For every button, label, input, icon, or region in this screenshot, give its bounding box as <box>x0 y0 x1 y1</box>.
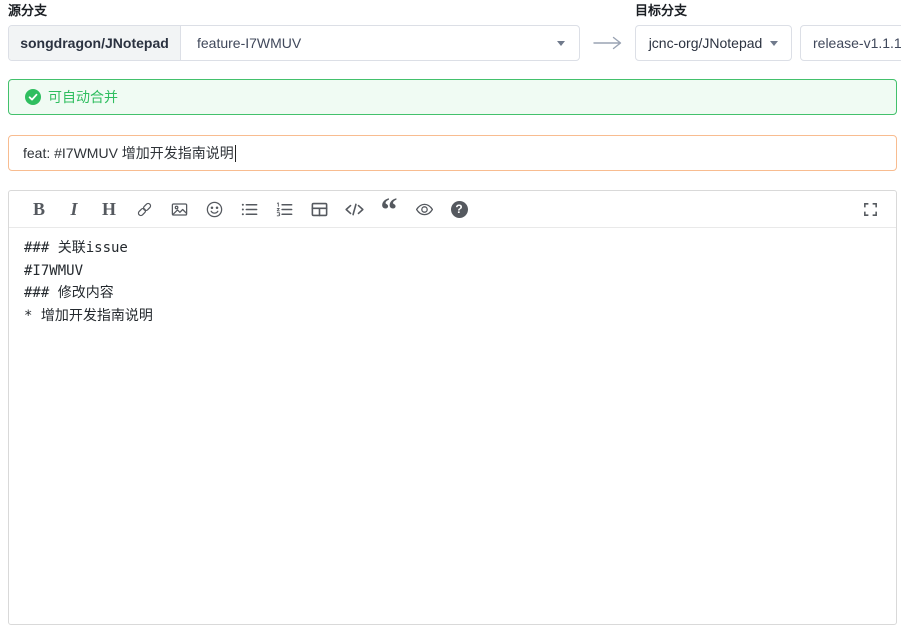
target-branch-group: 目标分支 jcnc-org/JNotepad release-v1.1.11 <box>635 3 897 61</box>
quote-icon: “ <box>381 211 398 223</box>
fullscreen-icon <box>862 201 879 218</box>
editor-line: ### 修改内容 <box>24 282 881 305</box>
branch-selection-row: 源分支 songdragon/JNotepad feature-I7WMUV 目… <box>8 3 897 61</box>
editor-line: #I7WMUV <box>24 260 881 283</box>
code-button[interactable] <box>342 196 366 222</box>
image-icon <box>170 200 189 219</box>
description-textarea[interactable]: ### 关联issue #I7WMUV ### 修改内容 * 增加开发指南说明 <box>9 228 896 624</box>
editor-toolbar: B I H <box>9 191 896 228</box>
emoji-button[interactable] <box>202 196 226 222</box>
source-branch-select[interactable]: feature-I7WMUV <box>181 26 579 60</box>
table-icon <box>310 200 329 219</box>
italic-icon: I <box>70 200 77 218</box>
help-button[interactable]: ? <box>447 196 471 222</box>
target-branch-controls: jcnc-org/JNotepad release-v1.1.11 <box>635 25 897 61</box>
source-branch-value: feature-I7WMUV <box>197 35 301 51</box>
description-editor: B I H <box>8 190 897 625</box>
text-cursor <box>235 145 236 162</box>
code-icon <box>344 200 365 219</box>
source-branch-group: 源分支 songdragon/JNotepad feature-I7WMUV <box>8 3 580 61</box>
unordered-list-icon <box>240 200 259 219</box>
emoji-icon <box>205 200 224 219</box>
unordered-list-button[interactable] <box>237 196 261 222</box>
link-icon <box>135 200 154 219</box>
target-repo-value: jcnc-org/JNotepad <box>649 35 763 51</box>
target-branch-select[interactable]: release-v1.1.11 <box>800 25 901 61</box>
merge-direction-arrow-zone <box>580 25 635 61</box>
source-branch-control: songdragon/JNotepad feature-I7WMUV <box>8 25 580 61</box>
bold-icon: B <box>33 200 45 218</box>
help-icon: ? <box>451 201 468 218</box>
pr-title-input[interactable]: feat: #I7WMUV 增加开发指南说明 <box>8 135 897 171</box>
merge-status-banner: 可自动合并 <box>8 79 897 115</box>
italic-button[interactable]: I <box>62 196 86 222</box>
target-repo-select[interactable]: jcnc-org/JNotepad <box>635 25 792 61</box>
table-button[interactable] <box>307 196 331 222</box>
pull-request-form: 源分支 songdragon/JNotepad feature-I7WMUV 目… <box>0 0 901 625</box>
merge-status-text: 可自动合并 <box>48 87 118 107</box>
target-branch-label: 目标分支 <box>635 3 897 18</box>
editor-line: ### 关联issue <box>24 237 881 260</box>
source-branch-label: 源分支 <box>8 3 580 18</box>
quote-button[interactable]: “ <box>377 196 401 222</box>
heading-icon: H <box>102 200 116 218</box>
image-button[interactable] <box>167 196 191 222</box>
heading-button[interactable]: H <box>97 196 121 222</box>
pr-title-value: feat: #I7WMUV 增加开发指南说明 <box>23 143 234 163</box>
chevron-down-icon <box>770 41 778 46</box>
arrow-right-icon <box>593 36 623 50</box>
preview-button[interactable] <box>412 196 436 222</box>
link-button[interactable] <box>132 196 156 222</box>
editor-line: * 增加开发指南说明 <box>24 305 881 328</box>
chevron-down-icon <box>557 41 565 46</box>
ordered-list-icon <box>275 200 294 219</box>
target-branch-value: release-v1.1.11 <box>813 35 901 51</box>
bold-button[interactable]: B <box>27 196 51 222</box>
success-check-icon <box>25 89 41 105</box>
ordered-list-button[interactable] <box>272 196 296 222</box>
source-repo-box: songdragon/JNotepad <box>9 26 181 60</box>
fullscreen-button[interactable] <box>858 196 882 222</box>
preview-eye-icon <box>414 200 435 219</box>
